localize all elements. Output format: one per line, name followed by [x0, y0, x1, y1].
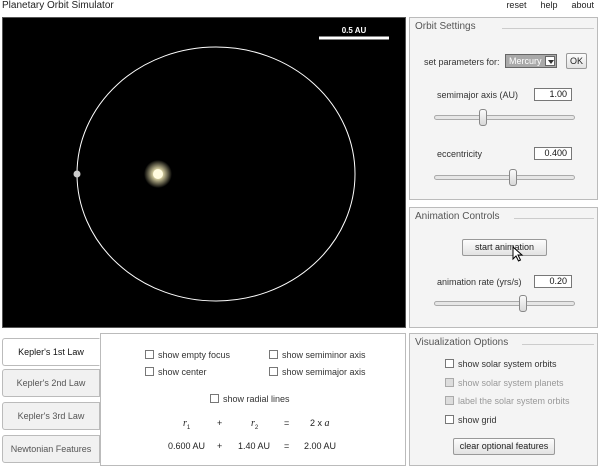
eccentricity-slider-thumb[interactable]: [508, 169, 517, 186]
animation-rate-slider[interactable]: [434, 301, 575, 306]
show-grid-checkbox[interactable]: [445, 415, 454, 424]
ok-button[interactable]: OK: [566, 53, 587, 69]
tab-keplers-2nd-law[interactable]: Kepler's 2nd Law: [2, 369, 100, 397]
plus-symbol: +: [217, 441, 223, 451]
kepler-first-law-panel: show empty focus show semiminor axis sho…: [100, 333, 406, 466]
semimajor-axis-input[interactable]: 1.00: [534, 88, 572, 101]
show-center-checkbox[interactable]: [145, 367, 154, 376]
show-grid-label: show grid: [458, 415, 497, 425]
orbit-settings-title: Orbit Settings: [415, 21, 480, 32]
show-center-label: show center: [158, 367, 207, 377]
animation-rate-slider-thumb[interactable]: [518, 295, 527, 312]
orbit-ellipse: [76, 46, 356, 302]
plus-symbol: +: [217, 418, 223, 428]
app-title: Planetary Orbit Simulator: [2, 0, 114, 11]
animation-rate-input[interactable]: 0.20: [534, 275, 572, 288]
show-solar-system-orbits-label: show solar system orbits: [458, 359, 557, 369]
mouse-cursor-icon: [512, 246, 524, 262]
title-bar: Planetary Orbit Simulator reset help abo…: [0, 0, 600, 14]
two-a-value: 2.00 AU: [304, 441, 337, 451]
orbit-settings-panel: Orbit Settings set parameters for: Mercu…: [409, 17, 598, 200]
animation-rate-label: animation rate (yrs/s): [437, 277, 522, 287]
semimajor-axis-slider[interactable]: [434, 115, 575, 120]
top-links: reset help about: [506, 0, 594, 10]
help-link[interactable]: help: [540, 0, 557, 10]
label-solar-system-orbits-checkbox: [445, 396, 454, 405]
set-params-label: set parameters for:: [424, 57, 500, 67]
sun-core: [153, 169, 163, 179]
start-animation-button[interactable]: start animation: [462, 239, 547, 256]
reset-link[interactable]: reset: [506, 0, 526, 10]
semimajor-axis-slider-thumb[interactable]: [479, 109, 488, 126]
equals-symbol: =: [284, 418, 290, 428]
show-semiminor-axis-checkbox[interactable]: [269, 350, 278, 359]
show-empty-focus-label: show empty focus: [158, 350, 231, 360]
visualization-options-title: Visualization Options: [415, 337, 513, 348]
two-a-symbol: 2 x a: [310, 418, 330, 429]
show-solar-system-orbits-checkbox[interactable]: [445, 359, 454, 368]
r2-symbol: r2: [251, 418, 259, 431]
show-solar-system-planets-checkbox: [445, 378, 454, 387]
eccentricity-slider[interactable]: [434, 175, 575, 180]
chevron-down-icon: [545, 56, 555, 66]
semimajor-axis-label: semimajor axis (AU): [437, 90, 519, 100]
animation-controls-title: Animation Controls: [415, 211, 504, 222]
visualization-options-panel: Visualization Options show solar system …: [409, 333, 598, 466]
planet-select[interactable]: Mercury: [505, 54, 557, 68]
clear-optional-features-button[interactable]: clear optional features: [453, 438, 555, 455]
show-semimajor-axis-label: show semimajor axis: [282, 367, 366, 377]
r2-value: 1.40 AU: [238, 441, 271, 451]
equals-symbol: =: [284, 441, 290, 451]
panel-rule: [502, 28, 594, 29]
show-semimajor-axis-checkbox[interactable]: [269, 367, 278, 376]
planet[interactable]: [73, 170, 81, 178]
panel-rule: [522, 344, 594, 345]
scale-label: 0.5 AU: [342, 26, 367, 35]
animation-controls-panel: Animation Controls start animation anima…: [409, 207, 598, 328]
r1-value: 0.600 AU: [168, 441, 206, 451]
tab-keplers-3rd-law[interactable]: Kepler's 3rd Law: [2, 402, 100, 430]
show-semiminor-axis-label: show semiminor axis: [282, 350, 366, 360]
panel-rule: [514, 218, 594, 219]
show-empty-focus-checkbox[interactable]: [145, 350, 154, 359]
eccentricity-label: eccentricity: [437, 149, 483, 159]
show-radial-lines-label: show radial lines: [223, 394, 290, 404]
orbit-view[interactable]: 0.5 AU: [2, 17, 406, 328]
tab-keplers-1st-law[interactable]: Kepler's 1st Law: [2, 338, 100, 366]
eccentricity-input[interactable]: 0.400: [534, 147, 572, 160]
label-solar-system-orbits-label: label the solar system orbits: [458, 396, 570, 406]
show-radial-lines-checkbox[interactable]: [210, 394, 219, 403]
show-solar-system-planets-label: show solar system planets: [458, 378, 564, 388]
planet-select-value: Mercury: [509, 56, 542, 66]
r1-symbol: r1: [183, 418, 191, 431]
tab-newtonian-features[interactable]: Newtonian Features: [2, 435, 100, 463]
about-link[interactable]: about: [571, 0, 594, 10]
